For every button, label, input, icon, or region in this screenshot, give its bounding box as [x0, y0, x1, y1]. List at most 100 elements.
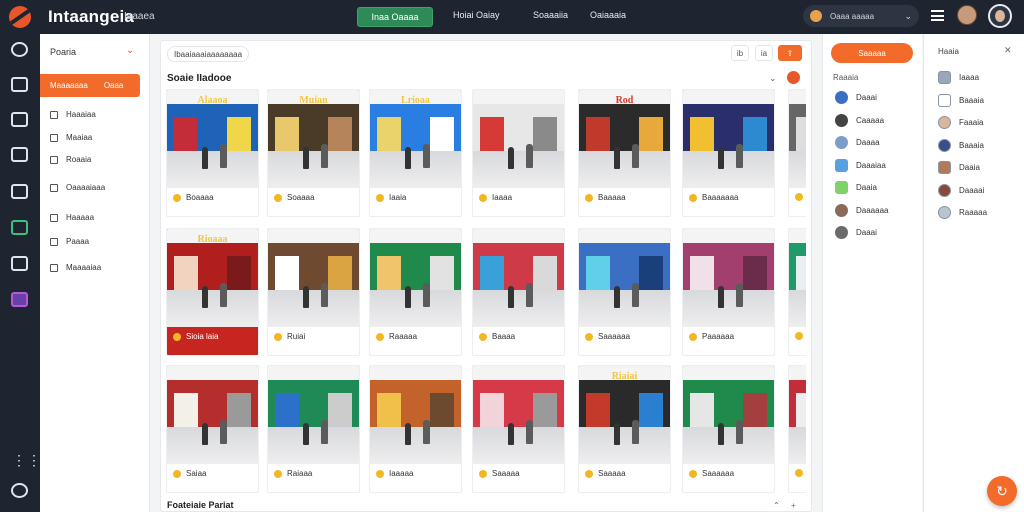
store-card[interactable]: Paaaaaa	[682, 228, 775, 356]
activity-item[interactable]: Baaaia	[938, 93, 984, 107]
store-card[interactable]: Alaaoa Boaaaa	[166, 89, 259, 217]
store-card[interactable]: Rod Baaaaa	[578, 89, 671, 217]
store-card[interactable]: Muian Soaaaa	[267, 89, 360, 217]
nav-panel: Poaria ⌄ Maaaaaaa Oaaa Haaaiaa Maaiaa Ro…	[40, 34, 189, 512]
profile-avatar[interactable]	[988, 4, 1012, 28]
store-card-meta: Iaaia	[376, 193, 406, 202]
activity-item[interactable]: Raaaaa	[938, 206, 987, 219]
store-card[interactable]: Saiaa	[166, 365, 259, 493]
top-link-2[interactable]: Soaaaiia	[533, 10, 568, 20]
compass-icon[interactable]	[11, 42, 28, 57]
store-photo	[370, 229, 461, 327]
store-card-label: Iaaia	[389, 193, 407, 202]
contact-item[interactable]: Caaaaa	[835, 113, 884, 127]
tool-button-1[interactable]: ib	[731, 45, 749, 61]
top-link-3[interactable]: Oaiaaaia	[590, 10, 626, 20]
store-card[interactable]	[788, 228, 806, 356]
cta-button[interactable]: Saaaaa	[831, 43, 913, 63]
share-button[interactable]: ⇪	[778, 45, 802, 61]
nav-item-label: Haaaiaa	[66, 110, 96, 119]
rating-star-icon	[689, 193, 697, 202]
nav-header[interactable]: Poaria	[50, 47, 76, 57]
book-icon[interactable]	[11, 184, 28, 199]
contact-item[interactable]: Daaaiaa	[835, 158, 886, 172]
store-card[interactable]: Saaaaaa	[578, 228, 671, 356]
activity-item[interactable]: Iaaaa	[938, 71, 979, 84]
activity-icon	[938, 93, 951, 107]
contact-item[interactable]: Daaaa	[835, 136, 880, 149]
store-sign: Rioaaa	[197, 233, 228, 245]
chart-icon[interactable]	[11, 147, 28, 162]
rating-star-icon	[173, 193, 181, 202]
store-card-label: Paaaaaa	[702, 332, 735, 341]
chevron-down-icon[interactable]: ⌄	[126, 45, 134, 56]
store-sign	[803, 234, 806, 246]
store-card[interactable]: Saaaaa	[472, 365, 565, 493]
store-sign	[384, 234, 448, 246]
store-photo	[473, 366, 564, 464]
add-icon[interactable]: +	[791, 501, 796, 510]
store-card[interactable]: Iaaaa	[472, 89, 565, 217]
contact-item[interactable]: Daaai	[835, 226, 877, 239]
menu-icon[interactable]	[931, 10, 944, 21]
more-icon[interactable]: ⋮⋮	[12, 452, 42, 469]
chevron-down-icon[interactable]: ⌄	[769, 73, 777, 84]
breadcrumb[interactable]: Ibaaiaaaiaaaaaaaa	[167, 46, 250, 62]
nav-item[interactable]: Haaaiaa	[50, 110, 96, 119]
store-card[interactable]: Lrioaa Iaaia	[369, 89, 462, 217]
activity-item[interactable]: Baaaia	[938, 138, 984, 152]
tool-button-2[interactable]: ia	[755, 45, 773, 61]
top-link-1[interactable]: Hoiai Oaiay	[453, 10, 500, 20]
store-card-label: Ruiai	[287, 332, 306, 341]
contact-item[interactable]: Daaia	[835, 181, 877, 194]
store-card[interactable]	[788, 365, 806, 493]
primary-action-button[interactable]: Inaa Oaaaa	[357, 7, 433, 27]
activity-item[interactable]: Faaaia	[938, 116, 983, 129]
activity-item[interactable]: Daaaai	[938, 183, 984, 197]
store-card[interactable]: Baaaaaaa	[682, 89, 775, 217]
nav-item[interactable]: Maaiaa	[50, 133, 92, 142]
nav-item-active[interactable]: Maaaaaaa Oaaa	[40, 74, 140, 97]
contact-label: Daaai	[856, 93, 877, 102]
logo-icon[interactable]	[9, 6, 31, 28]
store-card[interactable]: Rioaaa Sioia laia	[166, 228, 259, 356]
rating-star-icon	[173, 469, 181, 478]
rating-star-icon	[173, 332, 181, 341]
store-card[interactable]: Raaaaa	[369, 228, 462, 356]
notification-icon[interactable]	[787, 71, 800, 84]
store-card-meta: Saiaa	[173, 469, 206, 478]
shield-icon[interactable]	[11, 77, 28, 92]
search-box[interactable]: Oaaa aaaaa ⌄	[803, 5, 919, 27]
inbox-icon[interactable]	[11, 112, 28, 127]
settings-icon[interactable]	[11, 483, 28, 498]
contact-item[interactable]: Daaai	[835, 91, 877, 104]
store-card[interactable]: Baaaa	[472, 228, 565, 356]
brand-name[interactable]: Intaangeia	[48, 7, 134, 27]
contact-item[interactable]: Daaaaaa	[835, 203, 888, 217]
apps-icon[interactable]	[11, 292, 28, 307]
store-card[interactable]	[788, 89, 806, 217]
store-card[interactable]: Raiaaa	[267, 365, 360, 493]
collapse-icon[interactable]: ⌃	[773, 501, 780, 510]
store-card[interactable]: Saaaaaa	[682, 365, 775, 493]
nav-item[interactable]: Paaaa	[50, 237, 89, 246]
close-icon[interactable]: ✕	[1004, 45, 1012, 56]
store-sign	[593, 234, 657, 246]
store-card[interactable]: Riaiai Saaaaa	[578, 365, 671, 493]
nav-item[interactable]: Roaaia	[50, 155, 91, 164]
nav-item[interactable]: Oaaaaiaaa	[50, 183, 105, 192]
bookmark-icon	[50, 237, 58, 246]
activity-item[interactable]: Daaia	[938, 161, 980, 174]
panel-label: Haaia	[938, 47, 959, 56]
cube-icon[interactable]	[11, 220, 28, 235]
floating-action-button[interactable]: ↻	[987, 476, 1017, 506]
folder-icon[interactable]	[11, 256, 28, 271]
store-card[interactable]: Ruiai	[267, 228, 360, 356]
nav-item[interactable]: Haaaaa	[50, 213, 94, 222]
list-icon	[50, 133, 58, 142]
store-card[interactable]: Iaaaaa	[369, 365, 462, 493]
nav-item[interactable]: Maaaaiaa	[50, 263, 101, 272]
avatar[interactable]	[957, 5, 977, 25]
store-card-label: Iaaaaa	[389, 469, 414, 478]
store-card-label: Raiaaa	[287, 469, 313, 478]
